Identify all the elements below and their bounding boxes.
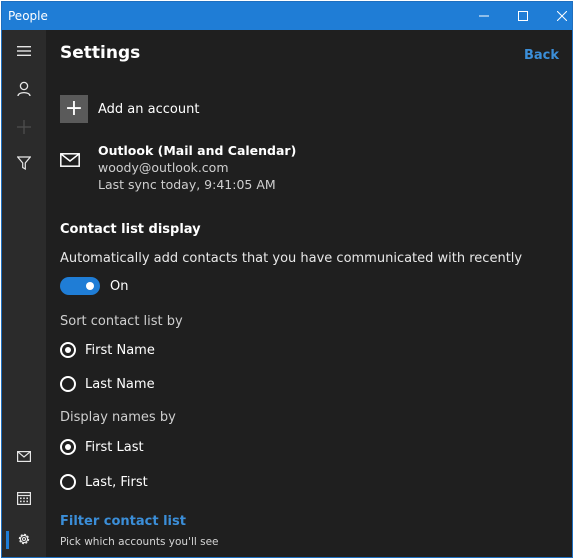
account-last-sync: Last sync today, 9:41:05 AM — [98, 177, 276, 192]
minimize-icon — [479, 15, 489, 17]
sort-option-first-name[interactable]: First Name — [60, 342, 155, 358]
person-icon — [17, 81, 31, 97]
section-heading-contact-list-display: Contact list display — [60, 222, 201, 237]
radio-button-checked[interactable] — [60, 439, 76, 455]
plus-icon — [17, 120, 31, 134]
close-icon — [557, 11, 567, 21]
auto-add-toggle-row: On — [60, 277, 128, 295]
toggle-state-label: On — [110, 278, 129, 294]
new-contact-button[interactable] — [2, 109, 46, 145]
sort-by-heading: Sort contact list by — [60, 314, 183, 329]
mail-app-button[interactable] — [2, 438, 46, 474]
close-button[interactable] — [547, 2, 572, 30]
radio-button[interactable] — [60, 474, 76, 490]
account-details: Outlook (Mail and Calendar) woody@outloo… — [98, 142, 296, 193]
hamburger-menu-button[interactable] — [2, 33, 46, 69]
calendar-icon — [17, 492, 31, 505]
radio-button[interactable] — [60, 376, 76, 392]
account-item-outlook[interactable]: Outlook (Mail and Calendar) woody@outloo… — [60, 142, 296, 193]
add-account-button[interactable]: + Add an account — [60, 95, 199, 123]
radio-label: Last, First — [85, 474, 148, 490]
contacts-nav-button[interactable] — [2, 71, 46, 107]
settings-gear-icon — [18, 533, 30, 545]
auto-add-description: Automatically add contacts that you have… — [60, 251, 523, 266]
back-button[interactable]: Back — [524, 48, 559, 63]
radio-label: Last Name — [85, 376, 155, 392]
hamburger-menu-icon — [17, 46, 31, 56]
display-option-first-last[interactable]: First Last — [60, 439, 144, 455]
display-names-heading: Display names by — [60, 410, 176, 425]
maximize-button[interactable] — [508, 2, 538, 30]
app-window: People Settings Back + Add an account Ou… — [2, 2, 572, 557]
account-email: woody@outlook.com — [98, 160, 229, 175]
window-title: People — [8, 9, 48, 23]
envelope-icon — [60, 142, 88, 193]
radio-label: First Name — [85, 342, 155, 358]
nav-sidebar — [2, 30, 46, 557]
title-bar: People — [2, 2, 572, 30]
calendar-app-button[interactable] — [2, 480, 46, 516]
settings-pane: Settings Back + Add an account Outlook (… — [46, 30, 572, 557]
mail-icon — [17, 450, 31, 462]
filter-icon — [17, 156, 31, 170]
radio-button-checked[interactable] — [60, 342, 76, 358]
add-account-label: Add an account — [98, 101, 200, 117]
add-icon: + — [60, 95, 88, 123]
minimize-button[interactable] — [469, 2, 499, 30]
sort-option-last-name[interactable]: Last Name — [60, 376, 155, 392]
auto-add-toggle[interactable] — [60, 277, 100, 295]
filter-description: Pick which accounts you'll see — [60, 536, 219, 548]
maximize-icon — [518, 11, 528, 21]
page-title: Settings — [60, 43, 141, 63]
filter-nav-button[interactable] — [2, 145, 46, 181]
display-option-last-first[interactable]: Last, First — [60, 474, 148, 490]
radio-label: First Last — [85, 439, 144, 455]
filter-contact-list-link[interactable]: Filter contact list — [60, 514, 186, 529]
settings-nav-button[interactable] — [2, 521, 46, 557]
account-name: Outlook (Mail and Calendar) — [98, 143, 297, 158]
